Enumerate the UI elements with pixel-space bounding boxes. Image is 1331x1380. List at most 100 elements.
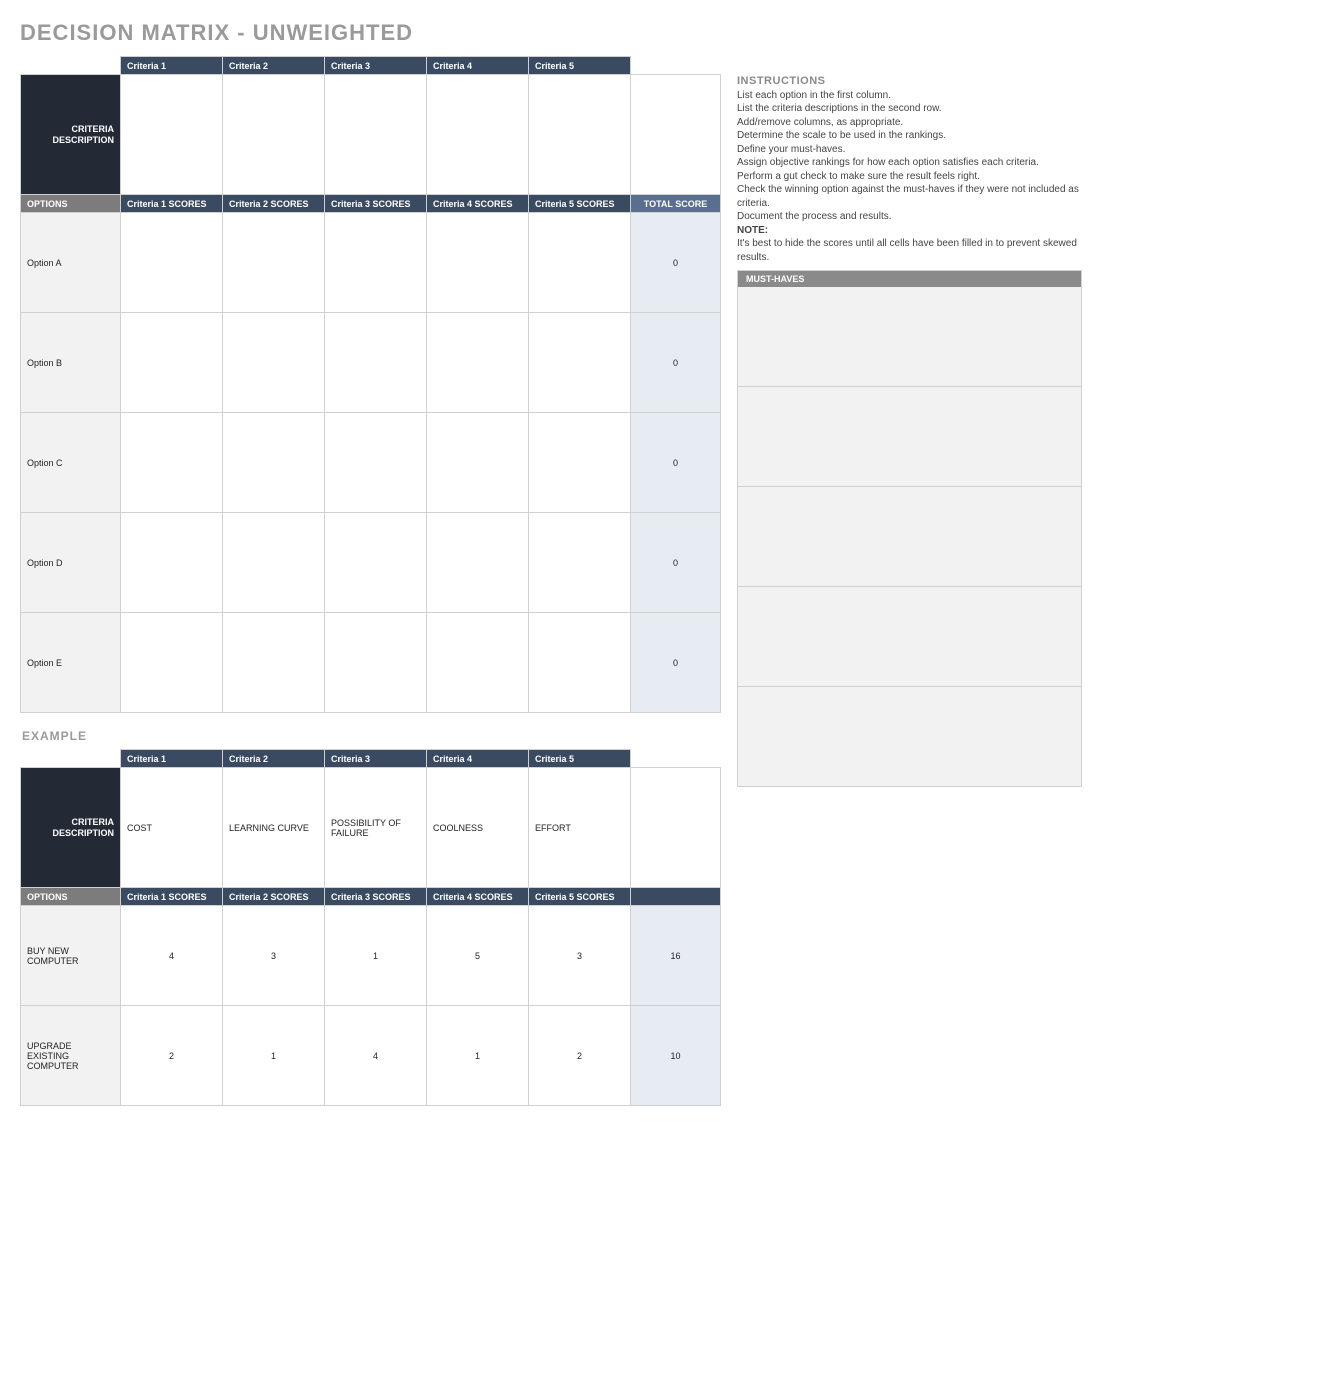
criteria-header: Criteria 4	[427, 57, 529, 75]
score-cell[interactable]	[427, 613, 529, 713]
corner-blank	[631, 57, 721, 75]
criteria-description-cell: POSSIBILITY OF FAILURE	[325, 768, 427, 888]
score-header: Criteria 1 SCORES	[121, 888, 223, 906]
musthave-row[interactable]	[738, 687, 1081, 787]
table-row: Option A 0	[21, 213, 721, 313]
option-label[interactable]: Option D	[21, 513, 121, 613]
total-score-header: TOTAL SCORE	[631, 195, 721, 213]
score-cell: 2	[121, 1006, 223, 1106]
score-cell[interactable]	[223, 513, 325, 613]
criteria-header: Criteria 2	[223, 57, 325, 75]
score-cell: 3	[223, 906, 325, 1006]
score-cell[interactable]	[529, 513, 631, 613]
score-cell[interactable]	[325, 213, 427, 313]
score-cell: 1	[223, 1006, 325, 1106]
instruction-line: List each option in the first column.	[737, 89, 1082, 103]
blank-cell	[631, 768, 721, 888]
options-header: OPTIONS	[21, 888, 121, 906]
criteria-description-cell[interactable]	[223, 75, 325, 195]
score-cell: 4	[325, 1006, 427, 1106]
table-row: UPGRADE EXISTING COMPUTER 2 1 4 1 2 10	[21, 1006, 721, 1106]
score-header: Criteria 5 SCORES	[529, 888, 631, 906]
musthave-row[interactable]	[738, 387, 1081, 487]
score-cell[interactable]	[529, 213, 631, 313]
corner-blank	[631, 750, 721, 768]
criteria-header: Criteria 2	[223, 750, 325, 768]
score-cell[interactable]	[427, 313, 529, 413]
option-label: BUY NEW COMPUTER	[21, 906, 121, 1006]
option-label[interactable]: Option C	[21, 413, 121, 513]
option-label[interactable]: Option A	[21, 213, 121, 313]
total-cell: 0	[631, 313, 721, 413]
instruction-line: Determine the scale to be used in the ra…	[737, 129, 1082, 143]
score-cell[interactable]	[223, 313, 325, 413]
criteria-description-cell[interactable]	[325, 75, 427, 195]
score-cell[interactable]	[121, 513, 223, 613]
score-cell[interactable]	[121, 413, 223, 513]
instruction-line: Document the process and results.	[737, 210, 1082, 224]
score-header: Criteria 2 SCORES	[223, 888, 325, 906]
score-cell[interactable]	[223, 613, 325, 713]
note-label: NOTE:	[737, 224, 1082, 238]
criteria-header: Criteria 1	[121, 57, 223, 75]
score-cell[interactable]	[529, 413, 631, 513]
criteria-description-cell: COOLNESS	[427, 768, 529, 888]
corner-blank	[21, 57, 121, 75]
score-cell[interactable]	[121, 313, 223, 413]
total-cell: 0	[631, 613, 721, 713]
table-row: Option C 0	[21, 413, 721, 513]
score-header: Criteria 1 SCORES	[121, 195, 223, 213]
score-cell[interactable]	[529, 313, 631, 413]
option-label: UPGRADE EXISTING COMPUTER	[21, 1006, 121, 1106]
criteria-description-cell[interactable]	[427, 75, 529, 195]
criteria-description-cell: COST	[121, 768, 223, 888]
score-cell: 4	[121, 906, 223, 1006]
corner-blank	[21, 750, 121, 768]
page-title: DECISION MATRIX - UNWEIGHTED	[20, 20, 1311, 46]
instruction-line: Check the winning option against the mus…	[737, 183, 1082, 210]
score-cell[interactable]	[325, 313, 427, 413]
criteria-description-cell: EFFORT	[529, 768, 631, 888]
blank-cell	[631, 75, 721, 195]
criteria-header: Criteria 5	[529, 750, 631, 768]
decision-matrix-example: Criteria 1 Criteria 2 Criteria 3 Criteri…	[20, 749, 721, 1106]
criteria-description-cell[interactable]	[529, 75, 631, 195]
table-row: Option E 0	[21, 613, 721, 713]
criteria-header: Criteria 4	[427, 750, 529, 768]
score-cell[interactable]	[223, 413, 325, 513]
score-cell[interactable]	[427, 213, 529, 313]
score-cell[interactable]	[121, 613, 223, 713]
score-cell[interactable]	[325, 613, 427, 713]
option-label[interactable]: Option E	[21, 613, 121, 713]
criteria-header: Criteria 3	[325, 57, 427, 75]
criteria-description-cell[interactable]	[121, 75, 223, 195]
total-score-header	[631, 888, 721, 906]
score-cell: 3	[529, 906, 631, 1006]
score-cell[interactable]	[325, 513, 427, 613]
score-cell[interactable]	[529, 613, 631, 713]
score-cell[interactable]	[427, 413, 529, 513]
table-row: BUY NEW COMPUTER 4 3 1 5 3 16	[21, 906, 721, 1006]
criteria-header: Criteria 3	[325, 750, 427, 768]
score-cell[interactable]	[325, 413, 427, 513]
score-header: Criteria 2 SCORES	[223, 195, 325, 213]
instruction-line: Add/remove columns, as appropriate.	[737, 116, 1082, 130]
score-cell[interactable]	[427, 513, 529, 613]
instructions-heading: INSTRUCTIONS	[737, 74, 1082, 89]
score-cell[interactable]	[121, 213, 223, 313]
instructions-block: INSTRUCTIONS List each option in the fir…	[737, 74, 1082, 264]
criteria-description-label: CRITERIA DESCRIPTION	[21, 75, 121, 195]
score-header: Criteria 3 SCORES	[325, 195, 427, 213]
musthave-row[interactable]	[738, 587, 1081, 687]
criteria-header: Criteria 5	[529, 57, 631, 75]
score-header: Criteria 5 SCORES	[529, 195, 631, 213]
musthaves-header: MUST-HAVES	[737, 270, 1082, 287]
musthave-row[interactable]	[738, 287, 1081, 387]
criteria-description-label: CRITERIA DESCRIPTION	[21, 768, 121, 888]
total-cell: 16	[631, 906, 721, 1006]
table-row: Option D 0	[21, 513, 721, 613]
musthave-row[interactable]	[738, 487, 1081, 587]
score-cell[interactable]	[223, 213, 325, 313]
option-label[interactable]: Option B	[21, 313, 121, 413]
instruction-line: Define your must-haves.	[737, 143, 1082, 157]
